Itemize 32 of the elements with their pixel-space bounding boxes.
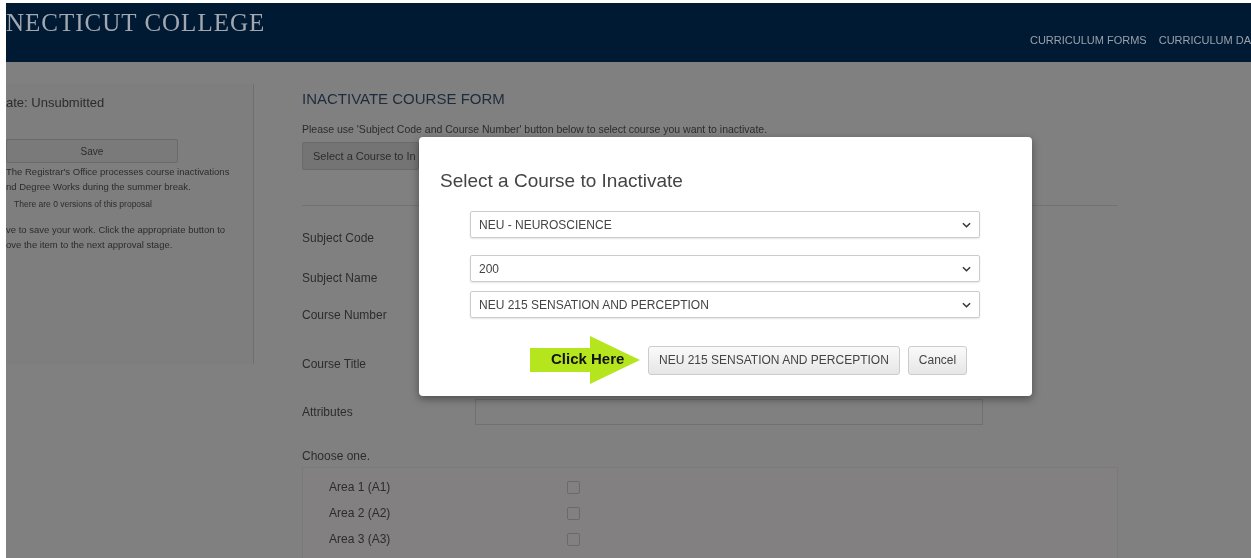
nav-link[interactable]: CURRICULUM FORMS	[1030, 34, 1147, 62]
area-label: Area 2 (A2)	[329, 506, 392, 520]
field-label: Course Title	[302, 357, 368, 371]
course-button[interactable]: NEU 215 SENSATION AND PERCEPTION	[648, 345, 900, 375]
area-label: Area 3 (A3)	[329, 532, 392, 546]
field-label: Course Number	[302, 308, 388, 322]
checkbox[interactable]	[567, 506, 580, 520]
field-label: Subject Name	[302, 271, 379, 285]
instructions-text: Please use 'Subject Code and Course Number' button below to select course you want to inactivate.	[302, 123, 769, 135]
chevron-down-icon	[962, 265, 971, 272]
notice-text: The Registrar's Office processes course inactivations nd Degree Works during the summer break.	[6, 165, 231, 194]
checkbox[interactable]	[567, 480, 580, 494]
field-label: Attributes	[302, 405, 354, 419]
field-label: Subject Code	[302, 231, 376, 245]
form-title: INACTIVATE COURSE FORM	[302, 90, 506, 107]
area-label: Area 1 (A1)	[329, 480, 392, 494]
input-field[interactable]	[475, 399, 983, 425]
dropdown[interactable]: NEU - NEUROSCIENCE	[470, 211, 980, 238]
dropdown[interactable]: NEU 215 SENSATION AND PERCEPTION	[470, 291, 980, 318]
callout-text: Click Here	[551, 350, 625, 367]
proposal-state: ate: Unsubmitted	[6, 94, 106, 112]
choose-label: Choose one.	[302, 449, 372, 463]
modal-title: Select a Course to Inactivate	[440, 170, 684, 192]
checkbox[interactable]	[567, 532, 580, 546]
versions-text: There are 0 versions of this proposal	[14, 199, 153, 209]
chevron-down-icon	[962, 221, 971, 228]
nav-link[interactable]: CURRICULUM DA	[1158, 34, 1251, 62]
help-text: ve to save your work. Click the appropriate button to ove the item to the next approval stage.	[6, 223, 227, 252]
chevron-down-icon	[962, 301, 971, 308]
dropdown[interactable]: 200	[470, 255, 980, 282]
site-logo: NECTICUT COLLEGE	[6, 8, 266, 38]
cancel-button[interactable]: Cancel	[907, 345, 968, 375]
